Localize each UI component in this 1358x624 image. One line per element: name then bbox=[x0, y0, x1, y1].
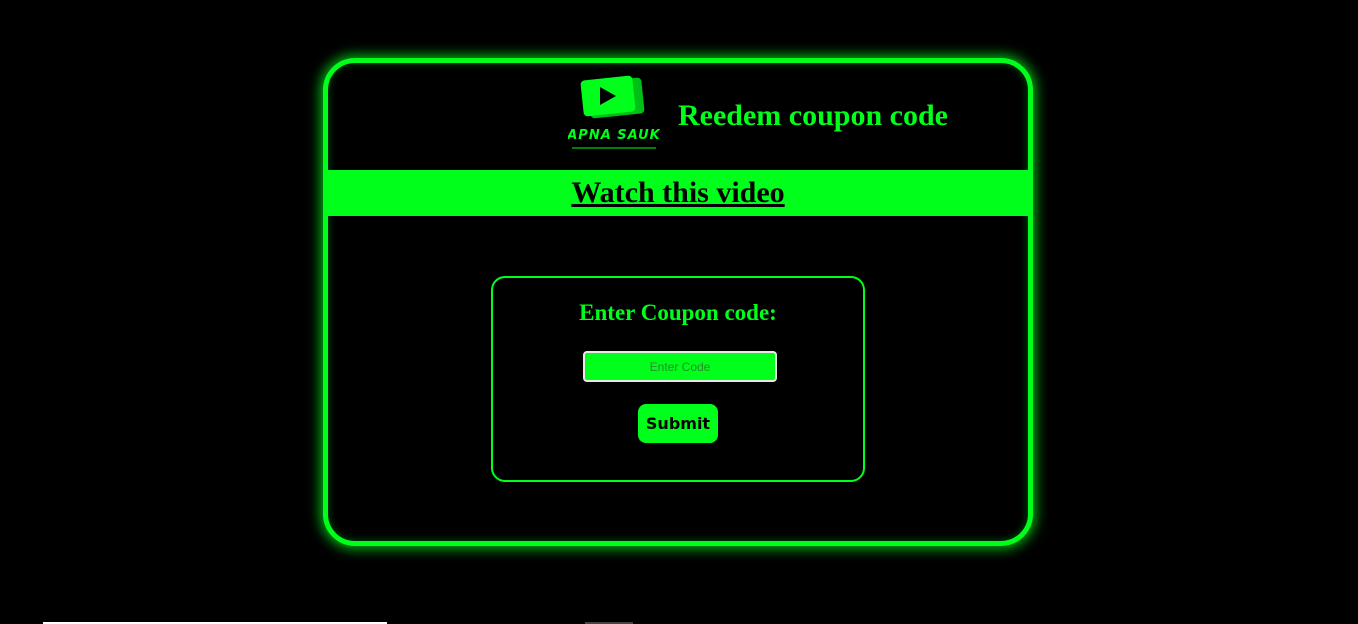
page-title: Reedem coupon code bbox=[678, 99, 948, 132]
coupon-code-label: Enter Coupon code: bbox=[579, 300, 777, 325]
coupon-card: APNA SAUK Reedem coupon code Watch this … bbox=[323, 58, 1033, 546]
coupon-code-input[interactable] bbox=[583, 351, 777, 382]
header: APNA SAUK Reedem coupon code bbox=[328, 63, 1028, 170]
video-banner: Watch this video bbox=[323, 170, 1033, 216]
submit-button[interactable]: Submit bbox=[638, 404, 718, 443]
logo-text: APNA SAUK bbox=[568, 128, 660, 143]
coupon-form: Enter Coupon code: Submit bbox=[491, 276, 865, 482]
apna-sauk-logo: APNA SAUK bbox=[568, 75, 660, 149]
watch-video-link[interactable]: Watch this video bbox=[571, 176, 784, 209]
play-icon bbox=[580, 75, 645, 119]
